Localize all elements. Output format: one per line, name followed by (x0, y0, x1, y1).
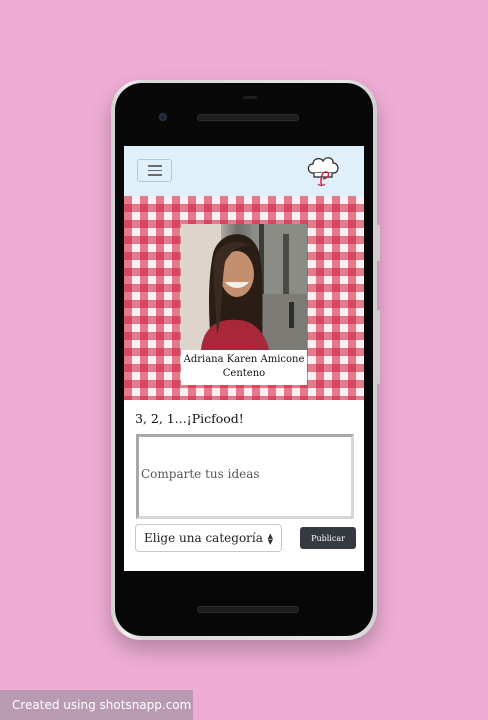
profile-name: Adriana Karen Amicone Centeno (183, 354, 305, 379)
post-section-title: 3, 2, 1...¡Picfood! (135, 411, 244, 426)
profile-photo (181, 224, 307, 350)
app-screen: Adriana Karen Amicone Centeno 3, 2, 1...… (124, 146, 364, 571)
bottom-speaker (197, 606, 299, 613)
category-select[interactable]: Elige una categoría ▲ ▼ (135, 524, 282, 552)
volume-button (376, 310, 380, 384)
profile-photo-image (181, 224, 307, 350)
hamburger-icon (147, 165, 162, 167)
front-camera-icon (159, 113, 167, 121)
category-select-value: Elige una categoría (144, 531, 263, 545)
earpiece-speaker (197, 114, 299, 121)
share-ideas-textarea[interactable] (136, 434, 354, 519)
publish-button[interactable]: Publicar (300, 527, 356, 549)
power-button (376, 225, 380, 261)
select-arrows-icon: ▲ ▼ (267, 532, 273, 546)
tablecloth-banner: Adriana Karen Amicone Centeno (124, 196, 364, 400)
hamburger-menu-button[interactable] (137, 159, 172, 182)
chef-hat-logo-icon[interactable] (305, 153, 341, 189)
navbar (124, 146, 364, 196)
phone-sensor (243, 96, 257, 99)
watermark: Created using shotsnapp.com (0, 690, 193, 720)
profile-card: Adriana Karen Amicone Centeno (181, 224, 307, 385)
